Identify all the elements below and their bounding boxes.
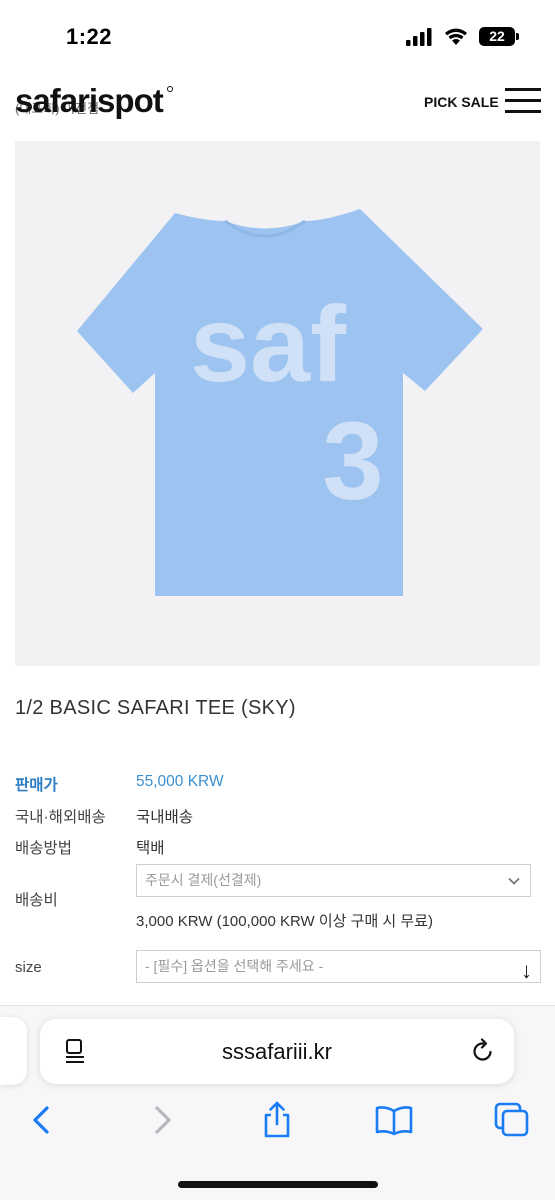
- status-time: 1:22: [66, 24, 113, 49]
- battery-tip: [516, 33, 519, 40]
- share-icon[interactable]: [257, 1100, 297, 1140]
- shipping-fee-label: 배송비: [15, 892, 58, 909]
- size-select[interactable]: - [필수] 옵션을 선택해 주세요 - ↓: [136, 950, 541, 983]
- shipping-method-label: 배송방법: [15, 840, 73, 857]
- hamburger-menu-icon[interactable]: [505, 88, 541, 114]
- previous-tab-card[interactable]: [0, 1017, 27, 1085]
- url-text[interactable]: sssafariii.kr: [40, 1039, 514, 1065]
- battery-icon: 22: [479, 27, 515, 46]
- site-header: (대표회) 미전점 safarispot PICK SALE: [0, 78, 555, 128]
- shirt-print-bottom: 3: [322, 400, 383, 523]
- arrow-down-icon: ↓: [521, 958, 532, 983]
- signal-icon: [406, 28, 432, 46]
- home-indicator: [178, 1181, 378, 1188]
- shipping-fee-note: 3,000 KRW (100,000 KRW 이상 구매 시 무료): [136, 913, 433, 930]
- tabs-icon[interactable]: [492, 1100, 532, 1140]
- status-bar: 1:22 22: [0, 0, 555, 70]
- size-select-placeholder: - [필수] 옵션을 선택해 주세요 -: [145, 958, 324, 974]
- wifi-icon: [445, 28, 467, 45]
- product-image[interactable]: saf 3: [15, 141, 540, 666]
- shirt-print-top: saf: [190, 283, 347, 404]
- back-icon[interactable]: [22, 1100, 62, 1140]
- reload-icon[interactable]: [470, 1038, 496, 1064]
- price-value: 55,000 KRW: [136, 773, 224, 790]
- registered-mark: [167, 86, 173, 92]
- shipping-fee-select-value: 주문시 결제(선결제): [145, 872, 262, 888]
- bookmarks-icon[interactable]: [374, 1100, 414, 1140]
- address-bar[interactable]: sssafariii.kr: [40, 1019, 514, 1084]
- pick-sale-link[interactable]: PICK SALE: [424, 94, 499, 110]
- chevron-down-icon: [508, 877, 520, 885]
- price-label: 판매가: [15, 777, 58, 794]
- forward-icon[interactable]: [142, 1100, 182, 1140]
- size-label: size: [15, 959, 42, 976]
- shipping-fee-select[interactable]: 주문시 결제(선결제): [136, 864, 531, 897]
- product-name: 1/2 BASIC SAFARI TEE (SKY): [15, 697, 296, 719]
- shipping-scope-label: 국내·해외배송: [15, 809, 106, 826]
- shipping-method-value: 택배: [136, 840, 165, 857]
- shipping-scope-value: 국내배송: [136, 809, 194, 826]
- site-logo[interactable]: safarispot: [15, 82, 164, 120]
- tshirt-illustration: saf 3: [77, 209, 483, 596]
